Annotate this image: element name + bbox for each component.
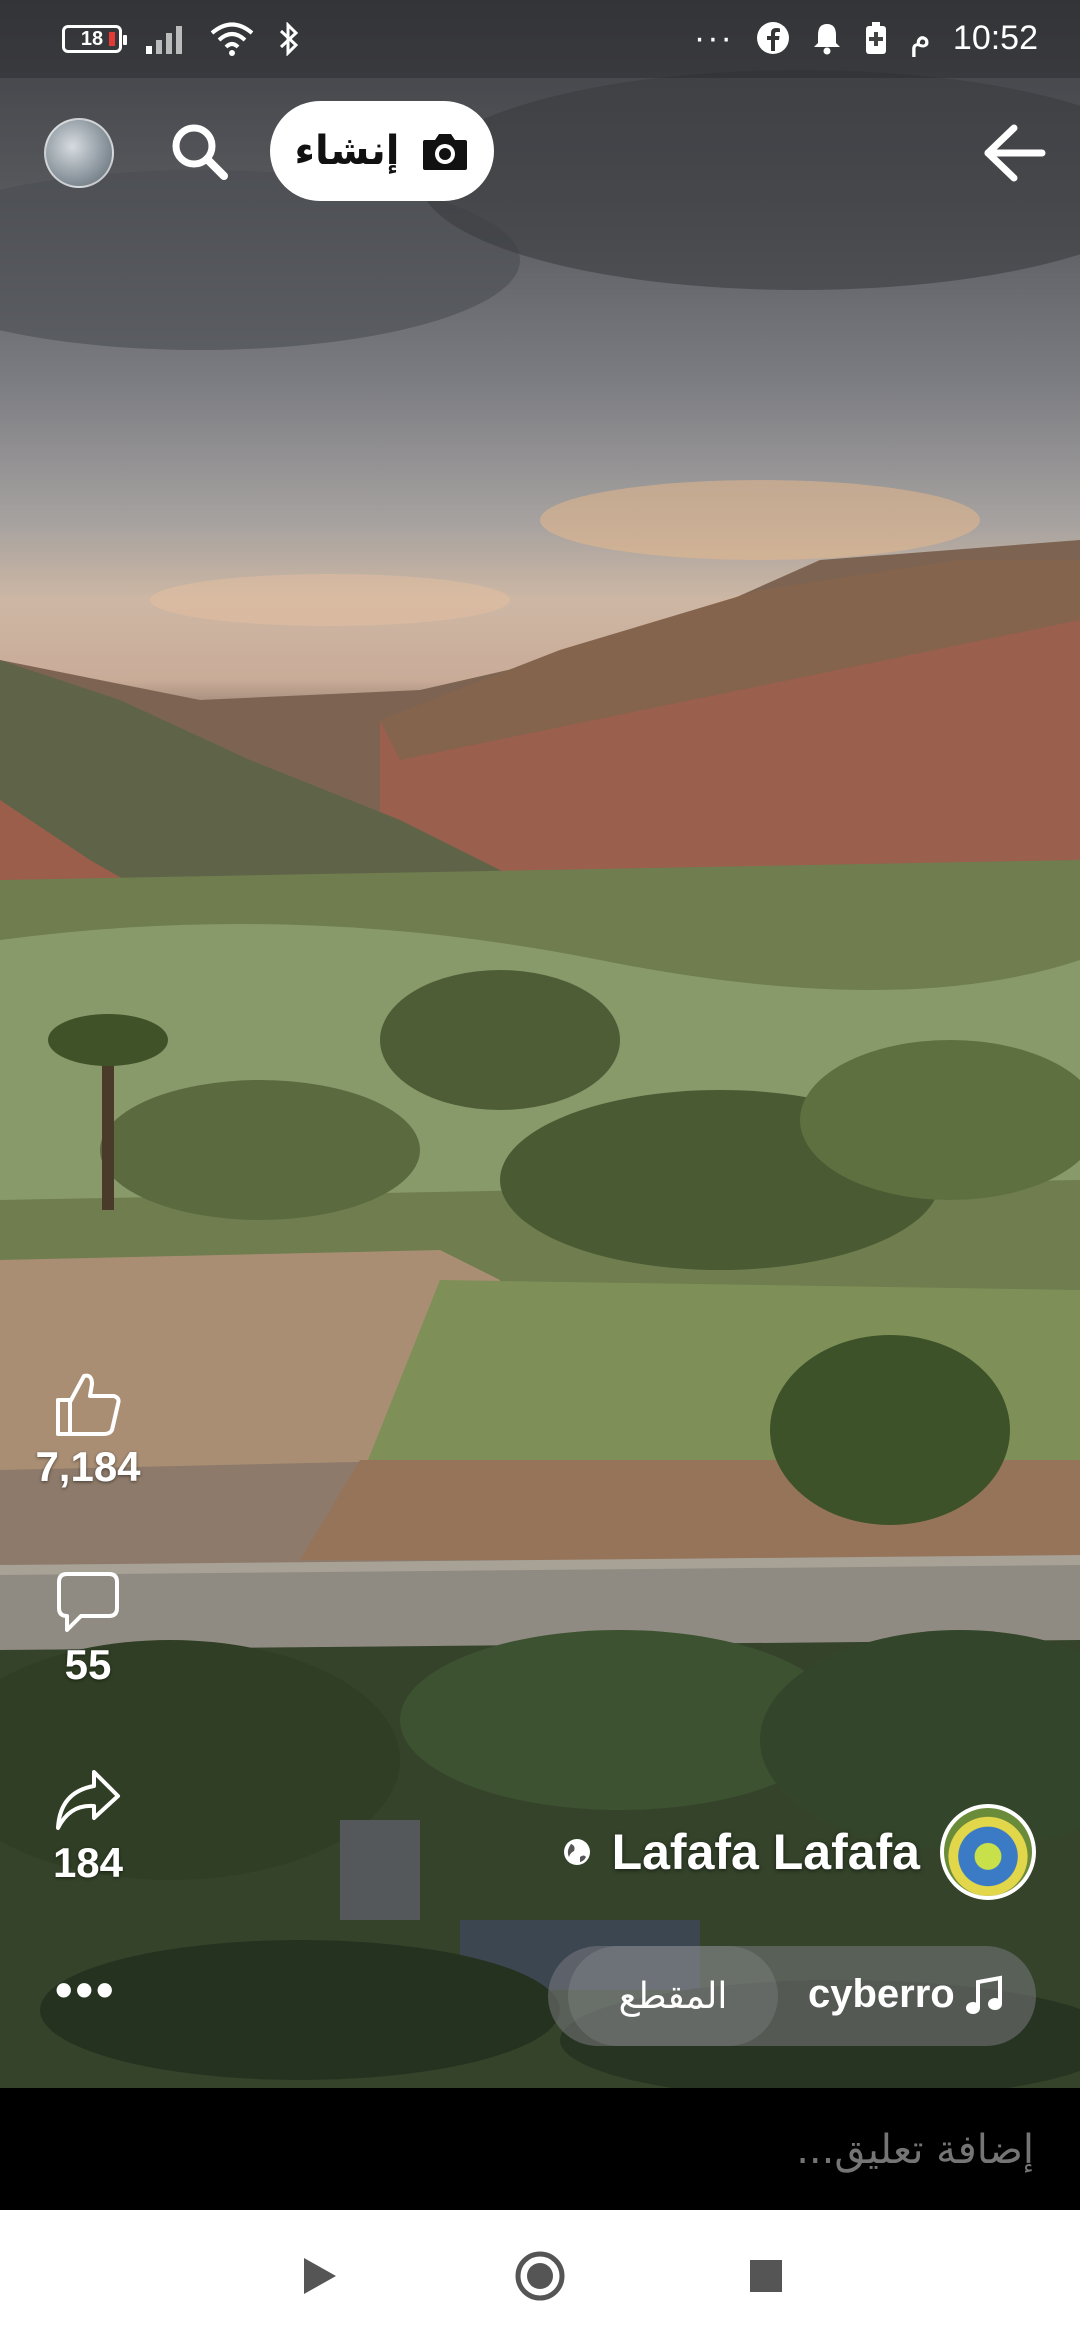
video-player[interactable]	[0, 0, 1080, 2088]
battery-icon: 18	[62, 25, 127, 53]
back-triangle-icon[interactable]	[292, 2248, 348, 2304]
music-track-name: cyberro	[808, 1972, 955, 2016]
create-label: إنشاء	[294, 129, 400, 173]
status-time-suffix: م	[909, 19, 931, 57]
clip-label: المقطع	[618, 1975, 728, 2016]
battery-saver-icon	[865, 22, 886, 54]
status-bar: 18 ··· م 10:52	[0, 0, 1080, 78]
bell-icon	[813, 24, 840, 55]
home-circle-icon[interactable]	[512, 2248, 568, 2304]
share-icon	[56, 1770, 120, 1830]
share-action[interactable]: 184	[30, 1768, 146, 1887]
search-icon[interactable]	[166, 118, 234, 186]
comment-input[interactable]	[332, 2116, 1036, 2184]
signal-icon	[146, 26, 182, 54]
comment-action[interactable]: 55	[30, 1570, 146, 1689]
like-count: 7,184	[35, 1443, 141, 1490]
camera-icon	[423, 134, 468, 170]
system-nav-bar	[0, 2210, 1080, 2340]
author-avatar[interactable]	[940, 1804, 1036, 1900]
author-info[interactable]: Lafafa Lafafa	[562, 1804, 1036, 1900]
comment-icon	[57, 1572, 119, 1632]
create-button[interactable]: إنشاء	[270, 101, 494, 201]
video-frame	[0, 70, 1080, 2088]
battery-level: 18	[80, 27, 104, 50]
status-time: 10:52	[952, 18, 1038, 57]
comment-count: 55	[64, 1641, 112, 1688]
clip-button[interactable]: المقطع	[568, 1946, 778, 2046]
more-options-button[interactable]: •••	[55, 1965, 117, 2015]
recents-square-icon[interactable]	[738, 2248, 794, 2304]
like-action[interactable]: 7,184	[30, 1370, 146, 1491]
share-count: 184	[52, 1839, 124, 1886]
globe-icon	[563, 1839, 590, 1865]
music-note-icon	[966, 1975, 1002, 2014]
profile-avatar[interactable]	[44, 118, 114, 188]
author-name[interactable]: Lafafa Lafafa	[612, 1823, 920, 1881]
bluetooth-icon	[279, 22, 299, 56]
facebook-icon	[756, 22, 789, 54]
comment-bar	[0, 2088, 1080, 2210]
wifi-icon	[210, 22, 254, 56]
music-pill[interactable]: المقطع cyberro	[548, 1946, 1036, 2046]
back-arrow-icon[interactable]	[980, 118, 1050, 188]
like-icon	[56, 1373, 121, 1436]
status-overflow: ···	[693, 18, 734, 57]
